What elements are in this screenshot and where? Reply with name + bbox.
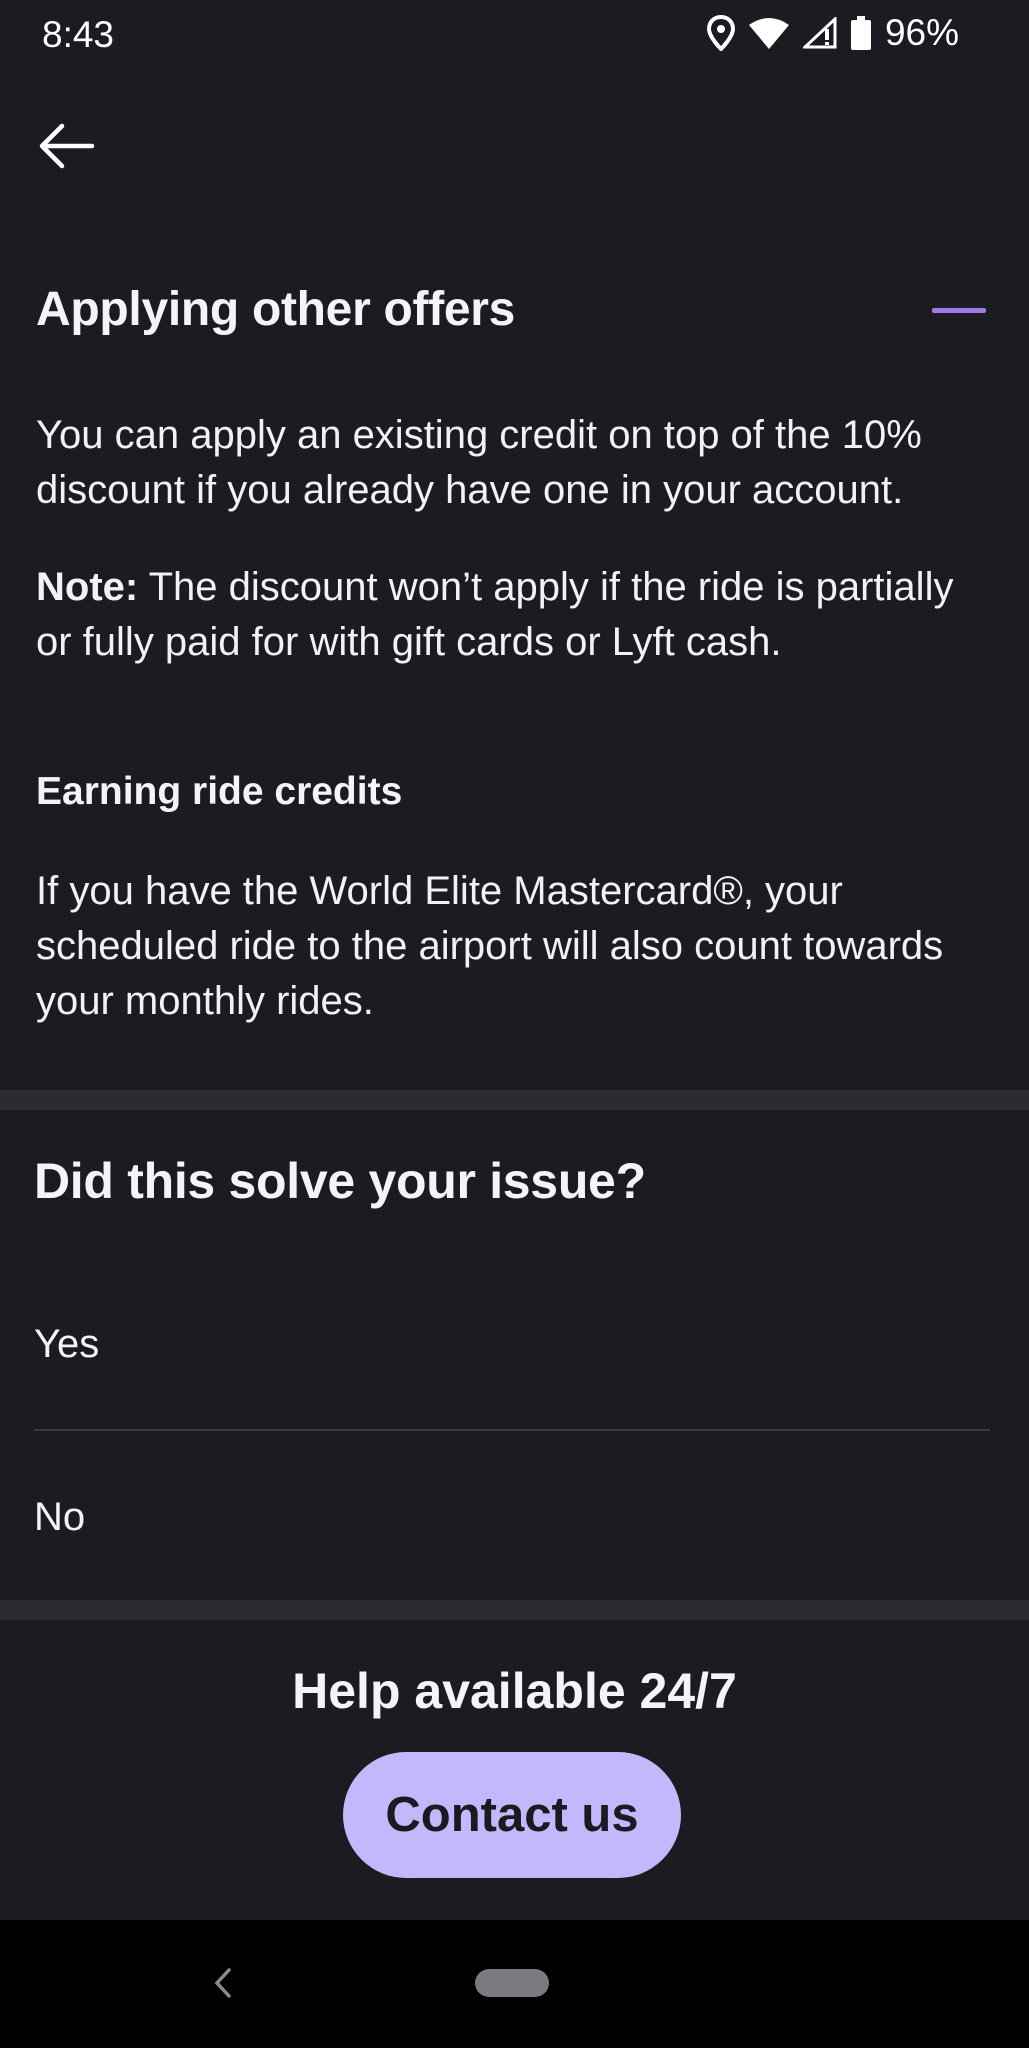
section-header: Applying other offers [36, 282, 986, 342]
help-title: Help available 24/7 [292, 1663, 737, 1719]
earning-credits-heading: Earning ride credits [36, 770, 403, 813]
earning-credits-paragraph: If you have the World Elite Mastercard®,… [36, 869, 944, 1023]
back-button[interactable] [36, 118, 100, 174]
location-icon [706, 15, 735, 51]
status-icons: 96% [706, 12, 959, 54]
note-text: The discount won’t apply if the ride is … [36, 565, 954, 664]
wifi-icon [748, 17, 789, 49]
section-title: Applying other offers [36, 283, 516, 336]
offers-paragraph: You can apply an existing credit on top … [36, 413, 922, 512]
collapse-minus-icon[interactable] [932, 308, 986, 313]
section-divider [0, 1090, 1029, 1110]
nav-home-button[interactable] [475, 1969, 549, 1997]
battery-icon [850, 16, 871, 50]
signal-icon [802, 17, 837, 49]
note-paragraph: Note: The discount won’t apply if the ri… [36, 560, 996, 670]
nav-back-button[interactable] [205, 1958, 239, 2008]
battery-percent: 96% [884, 12, 959, 53]
note-label: Note: [36, 565, 139, 609]
section-divider [0, 1600, 1029, 1620]
chevron-left-icon [214, 1968, 231, 1998]
option-divider [34, 1429, 990, 1431]
status-bar: 8:43 96% [0, 0, 1029, 70]
status-time: 8:43 [42, 14, 115, 55]
arrow-left-icon [39, 123, 95, 169]
feedback-no-option[interactable]: No [34, 1457, 994, 1577]
feedback-question: Did this solve your issue? [34, 1153, 646, 1209]
contact-us-button[interactable]: Contact us [343, 1752, 681, 1878]
feedback-yes-option[interactable]: Yes [34, 1284, 994, 1404]
